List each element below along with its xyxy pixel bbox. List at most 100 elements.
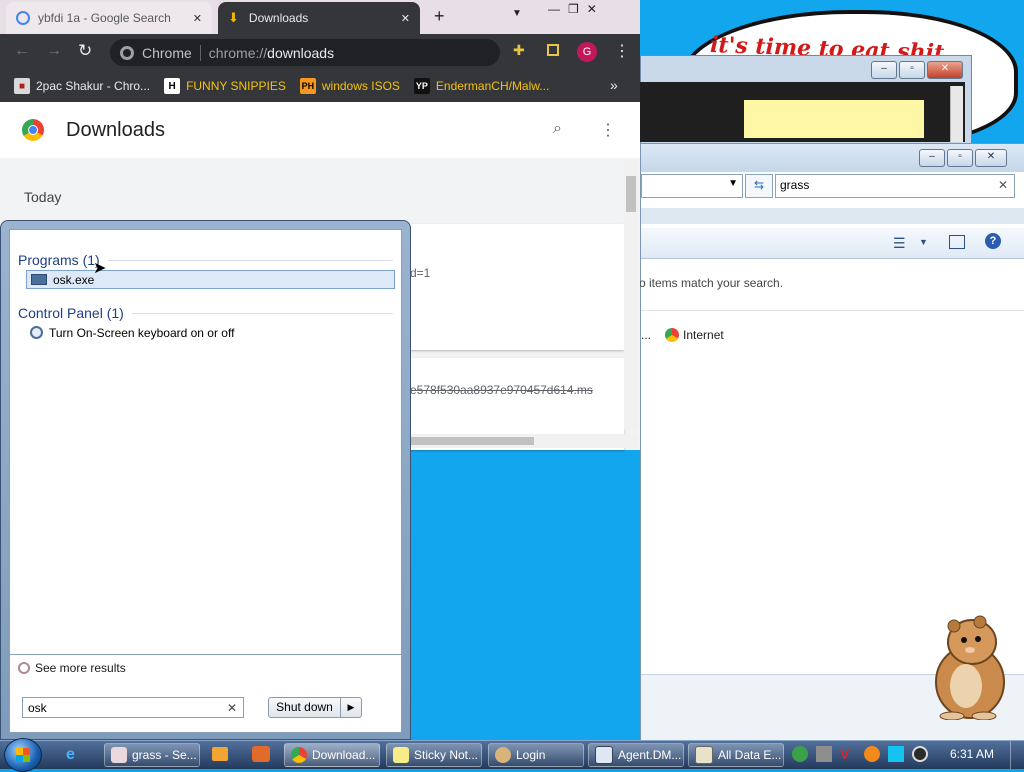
bookmark-icon: ■ [14, 78, 30, 94]
tray-app-icon[interactable] [792, 746, 808, 762]
new-tab-button[interactable]: + [434, 6, 445, 27]
close-button[interactable]: ✕ [587, 2, 597, 16]
scrollbar-thumb[interactable] [626, 176, 636, 212]
tray-antivirus-icon[interactable]: V [840, 746, 856, 762]
search-again-more[interactable]: ... [641, 328, 651, 342]
minimize-button[interactable]: – [871, 61, 897, 79]
result-onscreen-keyboard-setting[interactable]: Turn On-Screen keyboard on or off [26, 323, 395, 342]
taskbar-button-login[interactable]: Login [488, 743, 584, 767]
bookmark-windows-isos[interactable]: PH windows ISOS [299, 78, 400, 94]
minimize-button[interactable]: — [548, 2, 560, 16]
sticky-note[interactable] [744, 100, 924, 138]
show-desktop-button[interactable] [1010, 741, 1024, 769]
chrome-icon [665, 328, 680, 342]
internet-explorer-icon[interactable]: e [66, 746, 75, 764]
taskbar-button-agent[interactable]: Agent.DM... [588, 743, 684, 767]
tab-downloads[interactable]: ⬇ Downloads ✕ [218, 2, 420, 34]
back-icon[interactable]: ← [14, 42, 30, 60]
omnibox[interactable]: Chrome chrome:// downloads [110, 39, 500, 66]
start-search-input[interactable]: osk ✕ [22, 697, 244, 718]
tray-network-icon[interactable] [816, 746, 832, 762]
help-icon[interactable]: ? [985, 233, 1001, 249]
section-heading: Today [24, 189, 62, 205]
refresh-icon[interactable]: ⇆ [745, 174, 773, 198]
close-button[interactable]: ✕ [975, 149, 1007, 167]
close-tab-icon[interactable]: ✕ [193, 12, 202, 25]
tab-google-search[interactable]: ybfdi 1a - Google Search ✕ [6, 2, 212, 34]
taskbar-button-label: Login [516, 748, 546, 762]
bookmarks-overflow-icon[interactable]: » [610, 77, 618, 93]
search-icon [18, 662, 30, 674]
search-icon[interactable]: ⌕ [553, 120, 562, 138]
maximize-button[interactable]: ▫ [947, 149, 973, 167]
clear-search-icon[interactable]: ✕ [227, 701, 237, 715]
taskbar-button-all-data[interactable]: All Data E... [688, 743, 784, 767]
maximize-button[interactable]: ▫ [899, 61, 925, 79]
extensions-icon[interactable]: ✚ [513, 42, 525, 59]
scrollbar-thumb[interactable] [410, 437, 534, 445]
windows-logo-icon [16, 748, 30, 762]
programs-group-header[interactable]: Programs (1) [18, 252, 393, 268]
download-url-partial[interactable]: d=1 [410, 266, 430, 280]
shutdown-button[interactable]: Shut down [269, 698, 340, 717]
more-options-icon[interactable]: ⋮ [600, 120, 616, 140]
clear-search-icon[interactable]: ✕ [998, 178, 1008, 192]
search-again-internet[interactable]: Internet [665, 328, 724, 342]
explorer-titlebar[interactable]: – ▫ ✕ [641, 144, 1024, 172]
control-panel-group-header[interactable]: Control Panel (1) [18, 305, 393, 321]
explorer-caption-buttons: – ▫ ✕ [919, 149, 1007, 167]
bookmark-2pac[interactable]: ■ 2pac Shakur - Chro... [14, 78, 150, 94]
explorer-address-bar[interactable]: ▼ [641, 174, 743, 198]
bookmark-endermanch[interactable]: YP EndermanCH/Malw... [413, 78, 549, 94]
media-player-icon[interactable] [212, 747, 228, 761]
background-window-scrollbar[interactable] [950, 86, 963, 142]
tray-media-icon[interactable] [912, 746, 928, 762]
tray-search-icon[interactable] [864, 746, 880, 762]
taskbar-button-downloads[interactable]: Download... [284, 743, 380, 767]
h-site-icon: H [164, 78, 181, 94]
start-search-value: osk [28, 701, 47, 715]
profile-avatar[interactable]: G [577, 42, 597, 62]
view-options-icon[interactable]: ☰ [893, 235, 906, 252]
downloads-header: Downloads ⌕ ⋮ [0, 102, 640, 158]
horizontal-scrollbar[interactable] [410, 434, 638, 448]
explorer-toolbar: ☰ ▼ ? [641, 228, 1024, 259]
download-icon: ⬇ [228, 10, 239, 25]
close-tab-icon[interactable]: ✕ [401, 12, 410, 25]
download-filename-partial[interactable]: e578f530aa8937e970457d614.ms [410, 383, 593, 397]
see-more-results-link[interactable]: See more results [18, 661, 126, 675]
vertical-scrollbar[interactable] [624, 160, 638, 430]
ease-of-access-icon [30, 326, 43, 339]
omnibox-url-path: downloads [267, 44, 335, 61]
keyboard-icon [31, 274, 47, 285]
omnibox-site-label: Chrome [142, 44, 192, 61]
chrome-menu-icon[interactable]: ⋮ [614, 41, 630, 61]
explorer-search-box[interactable]: grass ✕ [775, 174, 1015, 198]
start-search-results: Programs (1) osk.exe Control Panel (1) T… [9, 229, 402, 655]
taskbar-button-grass-search[interactable]: grass - Se... [104, 743, 200, 767]
start-menu-bottom: See more results osk ✕ Shut down ▶ [9, 655, 402, 733]
chevron-down-icon[interactable]: ▼ [919, 237, 928, 247]
tab-label: Downloads [248, 11, 309, 25]
close-button[interactable]: ✕ [927, 61, 963, 79]
restore-button[interactable]: ❐ [568, 2, 579, 16]
preview-pane-icon[interactable] [949, 235, 965, 249]
tray-display-icon[interactable] [888, 746, 904, 762]
reload-icon[interactable]: ↻ [78, 41, 92, 61]
result-osk-exe[interactable]: osk.exe [26, 270, 395, 289]
start-button[interactable] [4, 738, 42, 772]
ph-site-icon: PH [299, 78, 316, 94]
paint-icon[interactable] [252, 746, 270, 762]
explorer-info-bar [641, 208, 1024, 224]
shutdown-options-arrow-icon[interactable]: ▶ [340, 698, 361, 717]
clock[interactable]: 6:31 AM [950, 747, 994, 761]
chevron-down-icon[interactable]: ▼ [728, 178, 738, 189]
chrome-icon [291, 747, 307, 763]
side-panel-icon[interactable] [547, 44, 559, 56]
bookmark-funny-snippies[interactable]: H FUNNY SNIPPIES [164, 78, 286, 94]
tab-search-icon[interactable]: ▼ [512, 8, 522, 19]
shutdown-split-button: Shut down ▶ [268, 697, 362, 718]
taskbar-button-sticky-notes[interactable]: Sticky Not... [386, 743, 482, 767]
minimize-button[interactable]: – [919, 149, 945, 167]
forward-icon[interactable]: → [46, 42, 62, 60]
